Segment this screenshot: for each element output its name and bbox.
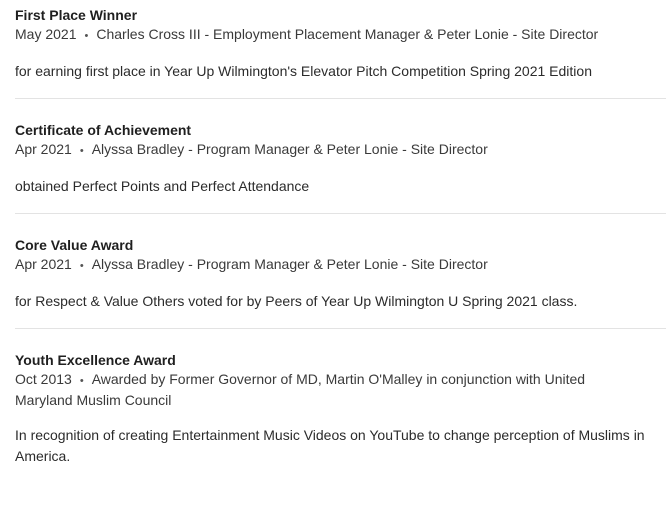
divider — [15, 98, 666, 99]
award-meta: Oct 2013 • Awarded by Former Governor of M… — [15, 370, 645, 410]
separator-dot: • — [79, 145, 84, 157]
award-issuer: Alyssa Bradley - Program Manager & Peter… — [91, 256, 488, 272]
award-item: Youth Excellence Award Oct 2013 • Awarded … — [15, 351, 651, 467]
award-date: Oct 2013 — [15, 371, 72, 387]
award-description: In recognition of creating Entertainment… — [15, 427, 645, 464]
award-issuer: Alyssa Bradley - Program Manager & Peter… — [91, 141, 488, 157]
separator-dot: • — [79, 375, 84, 387]
award-description: obtained Perfect Points and Perfect Atte… — [15, 178, 310, 194]
separator-dot: • — [84, 30, 89, 42]
award-date: Apr 2021 — [15, 141, 72, 157]
award-item: First Place Winner May 2021 • Charles Cros… — [15, 6, 651, 82]
separator-dot: • — [79, 260, 84, 272]
award-item: Certificate of Achievement Apr 2021 • Alys… — [15, 121, 651, 197]
divider — [15, 328, 666, 329]
award-title: Core Value Award — [15, 237, 134, 253]
award-meta: Apr 2021 • Alyssa Bradley - Program Manage… — [15, 255, 645, 276]
honors-awards-list: First Place Winner May 2021 • Charles Cros… — [0, 0, 666, 467]
award-date: Apr 2021 — [15, 256, 72, 272]
award-title: Certificate of Achievement — [15, 122, 192, 138]
award-title: Youth Excellence Award — [15, 352, 176, 368]
divider — [15, 213, 666, 214]
award-description: for earning first place in Year Up Wilmi… — [15, 63, 592, 79]
award-date: May 2021 — [15, 26, 77, 42]
award-item: Core Value Award Apr 2021 • Alyssa Bradley… — [15, 236, 651, 312]
award-title: First Place Winner — [15, 7, 138, 23]
award-description: for Respect & Value Others voted for by … — [15, 293, 578, 309]
award-issuer: Awarded by Former Governor of MD, Martin… — [15, 371, 586, 408]
award-meta: May 2021 • Charles Cross III - Employment … — [15, 25, 645, 46]
award-issuer: Charles Cross III - Employment Placement… — [96, 26, 599, 42]
award-meta: Apr 2021 • Alyssa Bradley - Program Manage… — [15, 140, 645, 161]
